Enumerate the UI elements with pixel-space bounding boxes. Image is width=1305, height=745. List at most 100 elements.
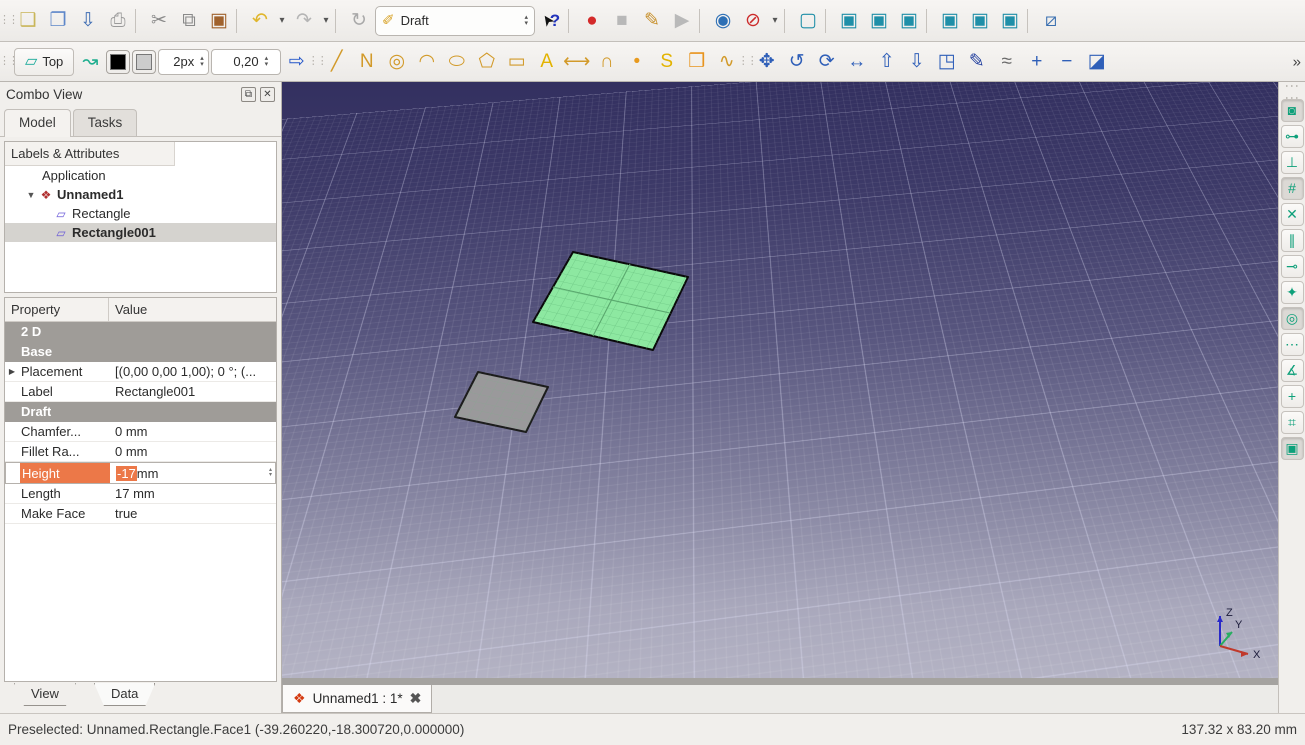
snap-grid-toggle[interactable]: # [1281,177,1304,200]
macro-record-button[interactable]: ● [578,7,606,35]
rectangle-face-preselected[interactable] [455,372,548,432]
3d-viewport[interactable]: Z Y X [282,82,1278,678]
view-left-button[interactable]: ▣ [996,7,1024,35]
draft-text-button[interactable]: A [533,48,561,76]
draft-trimex-button[interactable]: ↔ [843,48,871,76]
print-button[interactable]: ⎙ [104,7,132,35]
rectangle001-face[interactable] [533,252,688,350]
draft-rectangle-button[interactable]: ▭ [503,48,531,76]
draft-rotate-button[interactable]: ↺ [783,48,811,76]
workbench-selector[interactable]: ✐Draft [375,6,535,36]
draw-style-dropdown[interactable]: ▾ [769,7,781,35]
save-document-button[interactable]: ⇩ [74,7,102,35]
new-document-button[interactable]: ❑ [14,7,42,35]
draft-downgrade-button[interactable]: ⇩ [903,48,931,76]
spinner-arrows-icon[interactable]: ▴▾ [269,468,275,478]
tree-item-rectangle[interactable]: ▱Rectangle [5,204,276,223]
measure-distance-button[interactable]: ⧄ [1037,7,1065,35]
draft-wire-button[interactable]: N [353,48,381,76]
tree-item-application[interactable]: Application [5,166,276,185]
view-front-button[interactable]: ▣ [835,7,863,35]
view-axonometric-button[interactable]: ▢ [794,7,822,35]
scale-spinbox[interactable]: 0,20 [211,49,281,75]
macro-edit-button[interactable]: ✎ [638,7,666,35]
snap-extension-toggle[interactable]: + [1281,385,1304,408]
line-width-spinbox[interactable]: 2px [158,49,208,75]
undo-button[interactable]: ↶ [246,7,274,35]
snap-parallel-toggle[interactable]: ∥ [1281,229,1304,252]
expand-arrow-icon[interactable] [5,367,19,376]
view-right-button[interactable]: ▣ [895,7,923,35]
tab-tasks[interactable]: Tasks [73,109,138,136]
refresh-button[interactable]: ↻ [345,7,373,35]
draft-offset-button[interactable]: ⟳ [813,48,841,76]
draft-point-button[interactable]: • [623,48,651,76]
snap-endpoint-toggle[interactable]: ⊸ [1281,255,1304,278]
cut-button[interactable]: ✂ [145,7,173,35]
toggle-grid-button[interactable]: ▣ [1281,437,1304,460]
line-color-swatch[interactable] [106,50,130,74]
float-panel-icon[interactable]: ⧉ [241,87,256,102]
draft-facebinder-button[interactable]: ❒ [683,48,711,76]
draw-style-button[interactable]: ⊘ [739,7,767,35]
close-document-icon[interactable]: ✖ [410,690,422,707]
snap-angle-toggle[interactable]: ∡ [1281,359,1304,382]
prop-row-height[interactable]: Height-17 mm▴▾ [5,462,276,484]
draft-ellipse-button[interactable]: ⬭ [443,48,471,76]
prop-row-chamfer[interactable]: Chamfer...0 mm▴▾ [5,422,276,442]
tab-view[interactable]: View [14,683,76,706]
draft-edit-button[interactable]: ✎ [963,48,991,76]
whats-this-button[interactable]: ? [537,7,565,35]
open-document-button[interactable]: ❐ [44,7,72,35]
draft-upgrade-button[interactable]: ⇧ [873,48,901,76]
view-rear-button[interactable]: ▣ [936,7,964,35]
draft-to-sketch-button[interactable]: ◪ [1083,48,1111,76]
tab-model[interactable]: Model [4,109,71,137]
view-top-button[interactable]: ▣ [865,7,893,35]
draft-dimension-button[interactable]: ⟷ [563,48,591,76]
macro-play-button[interactable]: ▶ [668,7,696,35]
toolbar-overflow-chevron[interactable]: » [1293,53,1301,70]
draft-scale-button[interactable]: ◳ [933,48,961,76]
draft-polygon-button[interactable]: ⬠ [473,48,501,76]
tab-data[interactable]: Data [94,683,155,706]
snap-working-plane-toggle[interactable]: ⌗ [1281,411,1304,434]
tree-item-rectangle001[interactable]: ▱Rectangle001 [5,223,276,242]
draft-wire-to-bspline-button[interactable]: ≈ [993,48,1021,76]
draft-delete-point-button[interactable]: − [1053,48,1081,76]
prop-row-label[interactable]: LabelRectangle001▴▾ [5,382,276,402]
draft-line-button[interactable]: ╱ [323,48,351,76]
snap-midpoint-toggle[interactable]: ⊶ [1281,125,1304,148]
draft-add-point-button[interactable]: + [1023,48,1051,76]
document-tab[interactable]: ❖ Unnamed1 : 1* ✖ [282,685,432,713]
redo-button[interactable]: ↷ [290,7,318,35]
top-view-plane-button[interactable]: ▱Top [14,48,74,76]
draft-move-button[interactable]: ✥ [753,48,781,76]
close-panel-icon[interactable]: ✕ [260,87,275,102]
draft-circle-button[interactable]: ◎ [383,48,411,76]
zoom-fit-all-button[interactable]: ◉ [709,7,737,35]
apply-style-button[interactable]: ⇨ [283,48,311,76]
draft-shapestring-button[interactable]: S [653,48,681,76]
view-bottom-button[interactable]: ▣ [966,7,994,35]
prop-row-fillet[interactable]: Fillet Ra...0 mm▴▾ [5,442,276,462]
draft-bspline-button[interactable]: ∩ [593,48,621,76]
snap-dimensions-toggle[interactable]: ⋯ [1281,333,1304,356]
prop-row-placement[interactable]: Placement[(0,00 0,00 1,00); 0 °; (...▴▾ [5,362,276,382]
prop-row-length[interactable]: Length17 mm▴▾ [5,484,276,504]
snap-perpendicular-toggle[interactable]: ⊥ [1281,151,1304,174]
prop-group-2d[interactable]: 2 D▴▾ [5,322,276,342]
prop-group-base[interactable]: Base▴▾ [5,342,276,362]
construction-mode-toggle[interactable]: ↝ [76,48,104,76]
macro-stop-button[interactable]: ■ [608,7,636,35]
redo-dropdown[interactable]: ▾ [320,7,332,35]
prop-row-makeface[interactable]: Make Facetrue▴▾ [5,504,276,524]
snap-center-toggle[interactable]: ◎ [1281,307,1304,330]
prop-group-draft[interactable]: Draft▴▾ [5,402,276,422]
snap-intersection-toggle[interactable]: ✕ [1281,203,1304,226]
draft-arc-button[interactable]: ◠ [413,48,441,76]
face-color-swatch[interactable] [132,50,156,74]
tree-item-unnamed1[interactable]: ▼❖Unnamed1 [5,185,276,204]
snap-special-toggle[interactable]: ✦ [1281,281,1304,304]
undo-dropdown[interactable]: ▾ [276,7,288,35]
